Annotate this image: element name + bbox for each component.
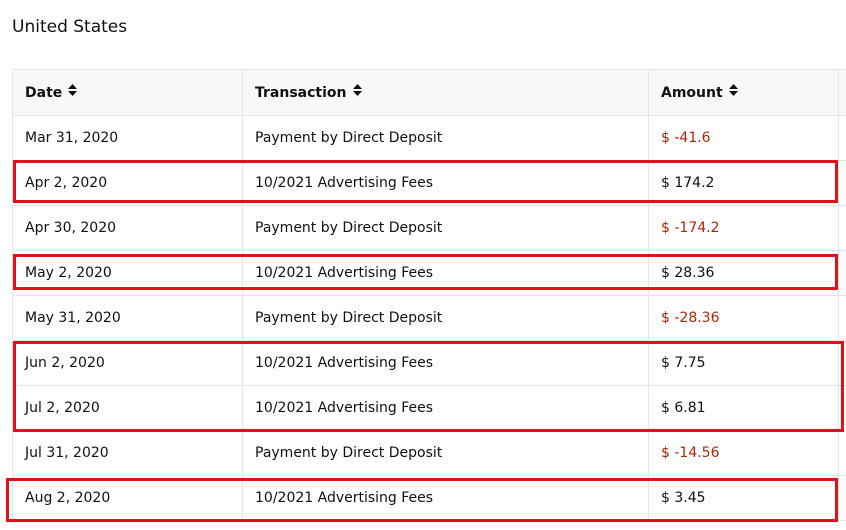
table-row: Apr 30, 2020 Payment by Direct Deposit $ -… [12, 205, 846, 251]
transaction-header-label: Transaction [255, 85, 347, 101]
extra-cell [838, 385, 846, 431]
table-header-row: Date Transaction Amount [12, 69, 846, 116]
table-row: Apr 2, 2020 10/2021 Advertising Fees $ 174… [12, 160, 846, 206]
transaction-cell: Payment by Direct Deposit [242, 430, 649, 476]
date-cell: Jul 2, 2020 [12, 385, 243, 431]
date-cell: Mar 31, 2020 [12, 115, 243, 161]
transactions-table: Date Transaction Amount Mar 31, 2020 Paym… [12, 69, 846, 521]
amount-cell: $ 6.81 [648, 385, 839, 431]
transaction-cell: 10/2021 Advertising Fees [242, 250, 649, 296]
transaction-cell: 10/2021 Advertising Fees [242, 475, 649, 521]
extra-cell [838, 160, 846, 206]
amount-cell: $ -174.2 [648, 205, 839, 251]
extra-cell [838, 250, 846, 296]
extra-column-header [838, 69, 846, 116]
date-cell: Apr 30, 2020 [12, 205, 243, 251]
extra-cell [838, 430, 846, 476]
date-cell: Jul 31, 2020 [12, 430, 243, 476]
transactions-table-container: Date Transaction Amount Mar 31, 2020 Paym… [12, 69, 846, 530]
extra-cell [838, 205, 846, 251]
extra-cell [838, 295, 846, 341]
date-cell: Apr 2, 2020 [12, 160, 243, 206]
sort-arrows-icon[interactable] [352, 84, 362, 99]
amount-cell: $ -41.6 [648, 115, 839, 161]
region-title: United States [12, 17, 128, 37]
date-column-header[interactable]: Date [12, 69, 243, 116]
transaction-cell: 10/2021 Advertising Fees [242, 160, 649, 206]
extra-cell [838, 340, 846, 386]
transaction-cell: Payment by Direct Deposit [242, 115, 649, 161]
amount-cell: $ 3.45 [648, 475, 839, 521]
table-row: May 2, 2020 10/2021 Advertising Fees $ 28.… [12, 250, 846, 296]
transaction-column-header[interactable]: Transaction [242, 69, 649, 116]
date-cell: Aug 2, 2020 [12, 475, 243, 521]
date-cell: May 2, 2020 [12, 250, 243, 296]
transaction-cell: Payment by Direct Deposit [242, 205, 649, 251]
amount-column-header[interactable]: Amount [648, 69, 839, 116]
amount-cell: $ -14.56 [648, 430, 839, 476]
transaction-cell: 10/2021 Advertising Fees [242, 385, 649, 431]
sort-arrows-icon[interactable] [728, 84, 738, 99]
amount-cell: $ -28.36 [648, 295, 839, 341]
sort-arrows-icon[interactable] [68, 84, 78, 99]
extra-cell [838, 475, 846, 521]
date-cell: Jun 2, 2020 [12, 340, 243, 386]
amount-header-label: Amount [661, 85, 723, 101]
table-row: Jun 2, 2020 10/2021 Advertising Fees $ 7.7… [12, 340, 846, 386]
amount-cell: $ 174.2 [648, 160, 839, 206]
transaction-cell: 10/2021 Advertising Fees [242, 340, 649, 386]
date-cell: May 31, 2020 [12, 295, 243, 341]
transaction-cell: Payment by Direct Deposit [242, 295, 649, 341]
table-row: Jul 2, 2020 10/2021 Advertising Fees $ 6.8… [12, 385, 846, 431]
date-header-label: Date [25, 85, 63, 101]
table-row: Jul 31, 2020 Payment by Direct Deposit $ -… [12, 430, 846, 476]
extra-cell [838, 115, 846, 161]
table-row: Aug 2, 2020 10/2021 Advertising Fees $ 3.4… [12, 475, 846, 521]
amount-cell: $ 28.36 [648, 250, 839, 296]
amount-cell: $ 7.75 [648, 340, 839, 386]
table-row: May 31, 2020 Payment by Direct Deposit $ -… [12, 295, 846, 341]
table-row: Mar 31, 2020 Payment by Direct Deposit $ -… [12, 115, 846, 161]
